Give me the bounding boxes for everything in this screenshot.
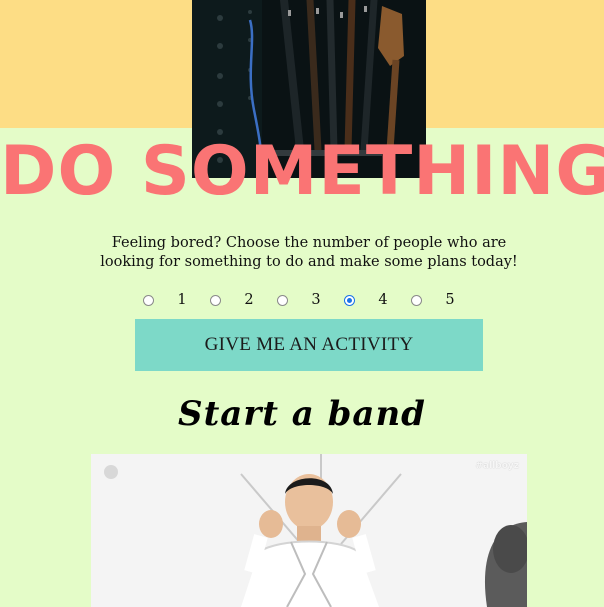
people-option-4[interactable]: 4	[344, 292, 411, 308]
radio-3[interactable]	[277, 294, 288, 306]
activity-title: Start a band	[178, 394, 426, 434]
radio-label-4[interactable]: 4	[355, 292, 411, 308]
radio-2[interactable]	[210, 294, 221, 306]
radio-label-5[interactable]: 5	[422, 292, 478, 308]
page-title: DO SOMETHING	[0, 132, 604, 211]
give-activity-button[interactable]: GIVE ME AN ACTIVITY	[135, 319, 483, 371]
radio-label-3[interactable]: 3	[288, 292, 344, 308]
people-option-5[interactable]: 5	[411, 292, 478, 308]
people-option-2[interactable]: 2	[210, 292, 277, 308]
radio-1[interactable]	[143, 294, 154, 306]
radio-label-2[interactable]: 2	[221, 292, 277, 308]
intro-text: Feeling bored? Choose the number of peop…	[100, 235, 518, 270]
radio-label-1[interactable]: 1	[154, 292, 210, 308]
people-option-3[interactable]: 3	[277, 292, 344, 308]
people-count-options: 1 2 3 4 5	[143, 289, 478, 311]
activity-gif: #allboyz	[91, 454, 527, 607]
gif-watermark: #allboyz	[475, 461, 519, 471]
radio-5[interactable]	[411, 294, 422, 306]
radio-4-selected[interactable]	[344, 294, 355, 306]
people-option-1[interactable]: 1	[143, 292, 210, 308]
